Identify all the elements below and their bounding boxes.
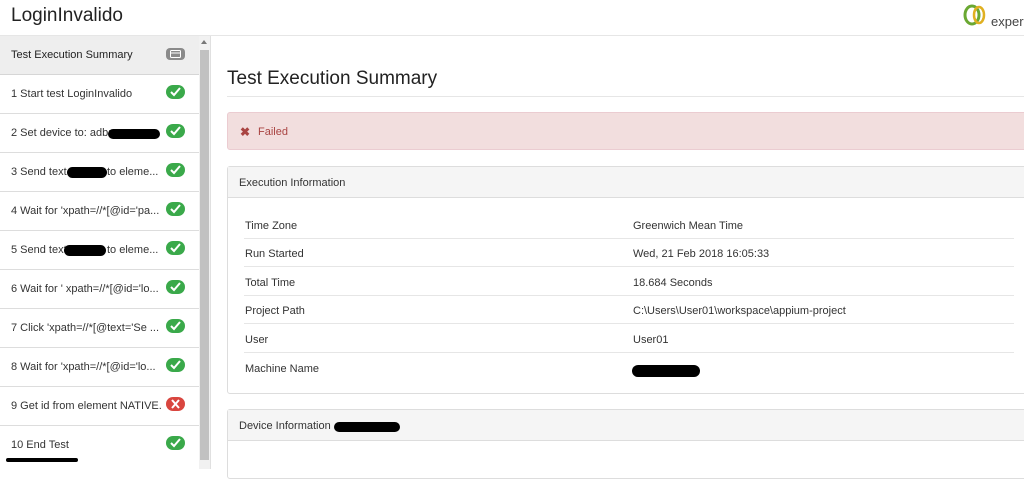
step-label: 3 Send text bbox=[11, 166, 67, 178]
title-divider bbox=[227, 96, 1024, 97]
logo-rings-icon bbox=[963, 4, 986, 26]
step-label-suffix: to eleme... bbox=[107, 166, 159, 178]
step-label: 6 Wait for ' xpath=//*[@id='lo... bbox=[11, 283, 159, 295]
pass-check-icon bbox=[166, 319, 185, 333]
pass-check-icon bbox=[166, 202, 185, 216]
panel-header: Device Information bbox=[228, 410, 1024, 441]
step-label: 5 Send text bbox=[11, 244, 67, 256]
scroll-up-arrow-icon[interactable] bbox=[201, 40, 207, 44]
sidebar-scrollbar-thumb[interactable] bbox=[200, 50, 209, 460]
step-label: 8 Wait for 'xpath=//*[@id='lo... bbox=[11, 361, 156, 373]
sidebar-item-step-7[interactable]: 7 Click 'xpath=//*[@text='Se ... bbox=[0, 309, 199, 348]
sidebar-item-step-1[interactable]: 1 Start test LoginInvalido bbox=[0, 75, 199, 114]
sidebar-item-summary[interactable]: Test Execution Summary bbox=[0, 36, 199, 75]
sidebar-item-label: Test Execution Summary bbox=[11, 49, 133, 61]
row-value: User01 bbox=[633, 334, 669, 346]
row-key: Run Started bbox=[245, 248, 304, 260]
table-row: Run Started Wed, 21 Feb 2018 16:05:33 bbox=[244, 239, 1014, 267]
row-key: Machine Name bbox=[245, 363, 319, 375]
sidebar-item-step-5[interactable]: 5 Send text to eleme... bbox=[0, 231, 199, 270]
sidebar-item-step-4[interactable]: 4 Wait for 'xpath=//*[@id='pa... bbox=[0, 192, 199, 231]
redaction-mark bbox=[632, 365, 700, 377]
app-title: LoginInvalido bbox=[11, 5, 123, 26]
row-value: Wed, 21 Feb 2018 16:05:33 bbox=[633, 248, 770, 260]
redaction-mark bbox=[64, 245, 106, 256]
sidebar-item-step-6[interactable]: 6 Wait for ' xpath=//*[@id='lo... bbox=[0, 270, 199, 309]
row-value: 18.684 Seconds bbox=[633, 277, 713, 289]
row-key: Time Zone bbox=[245, 220, 298, 232]
sidebar-item-step-3[interactable]: 3 Send text to eleme... bbox=[0, 153, 199, 192]
step-label-suffix: to eleme... bbox=[107, 244, 159, 256]
x-icon: ✖ bbox=[240, 125, 251, 139]
row-key: Project Path bbox=[245, 305, 305, 317]
row-key: User bbox=[245, 334, 269, 346]
panel-title: Device Information bbox=[239, 420, 331, 432]
card-icon bbox=[166, 48, 185, 60]
table-row: Time Zone Greenwich Mean Time bbox=[244, 211, 1014, 239]
redaction-mark bbox=[334, 422, 400, 432]
row-value: Greenwich Mean Time bbox=[633, 220, 744, 232]
panel-title: Execution Information bbox=[239, 177, 346, 189]
experitest-logo: experit bbox=[963, 4, 1024, 32]
redaction-mark bbox=[67, 167, 107, 178]
pass-check-icon bbox=[166, 85, 185, 99]
table-row: User User01 bbox=[244, 325, 1014, 353]
sidebar-item-step-10[interactable]: 10 End Test bbox=[0, 426, 199, 465]
table-row: Total Time 18.684 Seconds bbox=[244, 268, 1014, 296]
table-row: Project Path C:\Users\User01\workspace\a… bbox=[244, 296, 1014, 324]
steps-sidebar: Test Execution Summary 1 Start test Logi… bbox=[0, 36, 199, 469]
pass-check-icon bbox=[166, 358, 185, 372]
step-label: 9 Get id from element NATIVE... bbox=[11, 400, 161, 412]
pass-check-icon bbox=[166, 124, 185, 138]
status-text: Failed bbox=[258, 126, 288, 138]
panel-header: Execution Information bbox=[228, 167, 1024, 198]
row-value: C:\Users\User01\workspace\appium-project bbox=[633, 305, 846, 317]
redaction-mark bbox=[108, 129, 160, 139]
table-row: Machine Name bbox=[244, 354, 1014, 382]
pass-check-icon bbox=[166, 241, 185, 255]
step-label: 1 Start test LoginInvalido bbox=[11, 88, 133, 100]
pass-check-icon bbox=[166, 163, 185, 177]
page-title: Test Execution Summary bbox=[227, 68, 438, 89]
row-key: Total Time bbox=[245, 277, 296, 289]
content-divider bbox=[210, 36, 211, 469]
sidebar-item-step-2[interactable]: 2 Set device to: adb: bbox=[0, 114, 199, 153]
sidebar-item-step-8[interactable]: 8 Wait for 'xpath=//*[@id='lo... bbox=[0, 348, 199, 387]
execution-info-panel: Execution Information Time Zone Greenwic… bbox=[227, 166, 1024, 394]
step-label: 7 Click 'xpath=//*[@text='Se ... bbox=[11, 322, 160, 334]
status-alert: ✖ Failed bbox=[227, 112, 1024, 150]
step-label: 4 Wait for 'xpath=//*[@id='pa... bbox=[11, 205, 160, 217]
pass-check-icon bbox=[166, 436, 185, 450]
sidebar-item-step-9[interactable]: 9 Get id from element NATIVE... bbox=[0, 387, 199, 426]
pass-check-icon bbox=[166, 280, 185, 294]
step-label: 10 End Test bbox=[11, 439, 69, 451]
logo-text: experit bbox=[991, 14, 1024, 29]
top-bar: LoginInvalido experit bbox=[0, 0, 1024, 36]
redaction-mark bbox=[6, 458, 78, 462]
fail-x-icon bbox=[166, 397, 185, 411]
